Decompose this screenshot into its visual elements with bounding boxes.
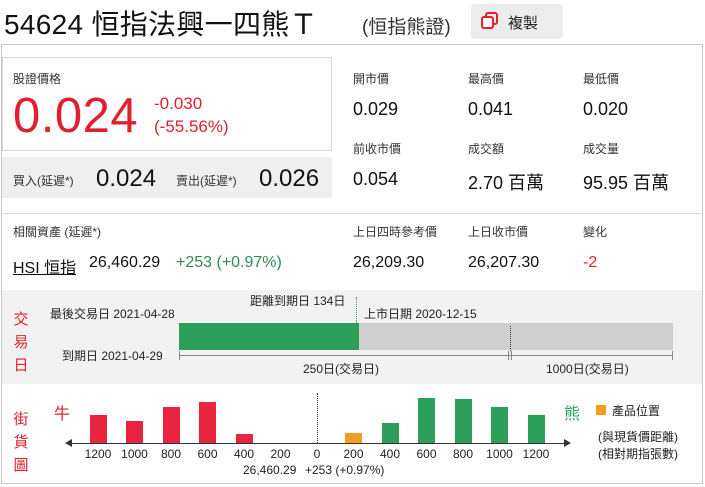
ref4pm-label: 上日四時參考價	[353, 225, 438, 239]
scale-tick	[511, 351, 512, 360]
last-price-label: 股證價格	[13, 72, 62, 86]
high-price: 0.041	[468, 99, 514, 119]
street-x-axis	[71, 443, 564, 444]
ask-label: 賣出(延遲*)	[176, 174, 237, 188]
low-price: 0.020	[583, 99, 629, 119]
bid-price: 0.024	[96, 165, 157, 192]
price-change-pct: (-55.56%)	[154, 117, 229, 136]
x-tick-label: 200	[270, 447, 291, 461]
bear-bar-9	[418, 398, 435, 443]
trading-day-side-label: 交易日	[13, 311, 29, 374]
x-tick-label: 800	[452, 447, 474, 461]
scale-tick	[508, 351, 509, 360]
timeline-elapsed-bar	[179, 323, 359, 350]
days-to-expiry: 距離到期日 134日	[250, 294, 346, 308]
turnover-label: 成交額	[468, 142, 505, 156]
page-title: 54624 恒指法興一四熊Ｔ	[4, 9, 318, 40]
divider	[2, 213, 702, 214]
bear-bar-10	[454, 399, 472, 443]
diff-label: 變化	[583, 225, 608, 239]
prev-close-label: 前收市價	[353, 142, 402, 156]
expiry-date: 到期日 2021-04-29	[62, 349, 163, 363]
listing-date: 上市日期 2020-12-15	[364, 307, 477, 321]
underlying-link[interactable]: HSI 恒指	[13, 254, 76, 278]
x-tick-label: 400	[379, 447, 401, 461]
x-tick-label: 1200	[522, 447, 550, 461]
scale-1000-label: 1000日(交易日)	[546, 362, 629, 376]
x-tick-label: 1200	[84, 447, 112, 461]
price-change: -0.030	[154, 94, 203, 113]
expiry-marker-line	[356, 297, 357, 323]
low-label: 最低價	[583, 72, 620, 86]
ref4pm-price: 26,209.30	[353, 254, 425, 271]
bull-bar-1	[126, 421, 143, 443]
diff-value: -2	[583, 254, 598, 271]
timeline-scale-axis	[179, 355, 673, 356]
volume: 95.95 百萬	[583, 173, 670, 193]
underlying-prev-close: 26,207.30	[468, 254, 540, 271]
last-trade-date: 最後交易日 2021-04-28	[50, 307, 175, 321]
copy-icon	[481, 12, 498, 29]
scale-marker-line	[510, 326, 511, 351]
scale-250-label: 250日(交易日)	[303, 362, 380, 376]
bid-label: 買入(延遲*)	[13, 174, 74, 188]
x-tick-label: 1000	[486, 447, 513, 461]
x-tick-label: 800	[160, 447, 182, 461]
bear-bar-11	[491, 407, 508, 443]
turnover: 2.70 百萬	[468, 173, 545, 193]
scale-tick	[179, 351, 180, 360]
center-price: 26,460.29	[243, 463, 297, 477]
warrant-type: (恒指熊證)	[362, 17, 451, 38]
open-label: 開市價	[353, 72, 390, 86]
x-tick-label: 1000	[121, 447, 148, 461]
copy-button[interactable]: 複製	[471, 4, 563, 39]
bull-bar-3	[199, 402, 216, 443]
bull-bar-2	[162, 407, 180, 443]
x-tick-label: 600	[416, 447, 437, 461]
bear-bar-8	[381, 423, 399, 443]
center-change: +253 (+0.97%)	[305, 463, 385, 477]
underlying-change: +253 (+0.97%)	[176, 254, 282, 271]
scale-tick	[672, 351, 673, 360]
copy-button-label: 複製	[508, 15, 539, 32]
last-price: 0.024	[13, 89, 139, 143]
bear-bar-7	[345, 433, 362, 443]
volume-label: 成交量	[583, 142, 620, 156]
x-tick-label: 400	[233, 447, 255, 461]
underlying-prev-close-label: 上日收市價	[468, 225, 529, 239]
open-price: 0.029	[353, 99, 399, 119]
timeline-track	[179, 323, 673, 350]
prev-close: 0.054	[353, 169, 399, 189]
underlying-price: 26,460.29	[89, 254, 161, 271]
axis-right-arrow-icon	[564, 439, 571, 447]
underlying-label: 相關資產 (延遲*)	[13, 225, 101, 239]
street-chart: 1200 1000 800 600 400 200 0 200 400 600 800 1000 120…	[0, 393, 705, 463]
x-tick-label: 600	[197, 447, 218, 461]
bear-bar-12	[527, 415, 545, 443]
high-label: 最高價	[468, 72, 505, 86]
ask-price: 0.026	[259, 165, 320, 192]
x-tick-label: 200	[343, 447, 364, 461]
axis-left-arrow-icon	[65, 439, 72, 447]
bull-bar-0	[89, 415, 107, 443]
x-tick-label: 0	[313, 447, 321, 461]
center-dotted-line	[317, 393, 318, 443]
bull-bar-4	[235, 434, 253, 443]
